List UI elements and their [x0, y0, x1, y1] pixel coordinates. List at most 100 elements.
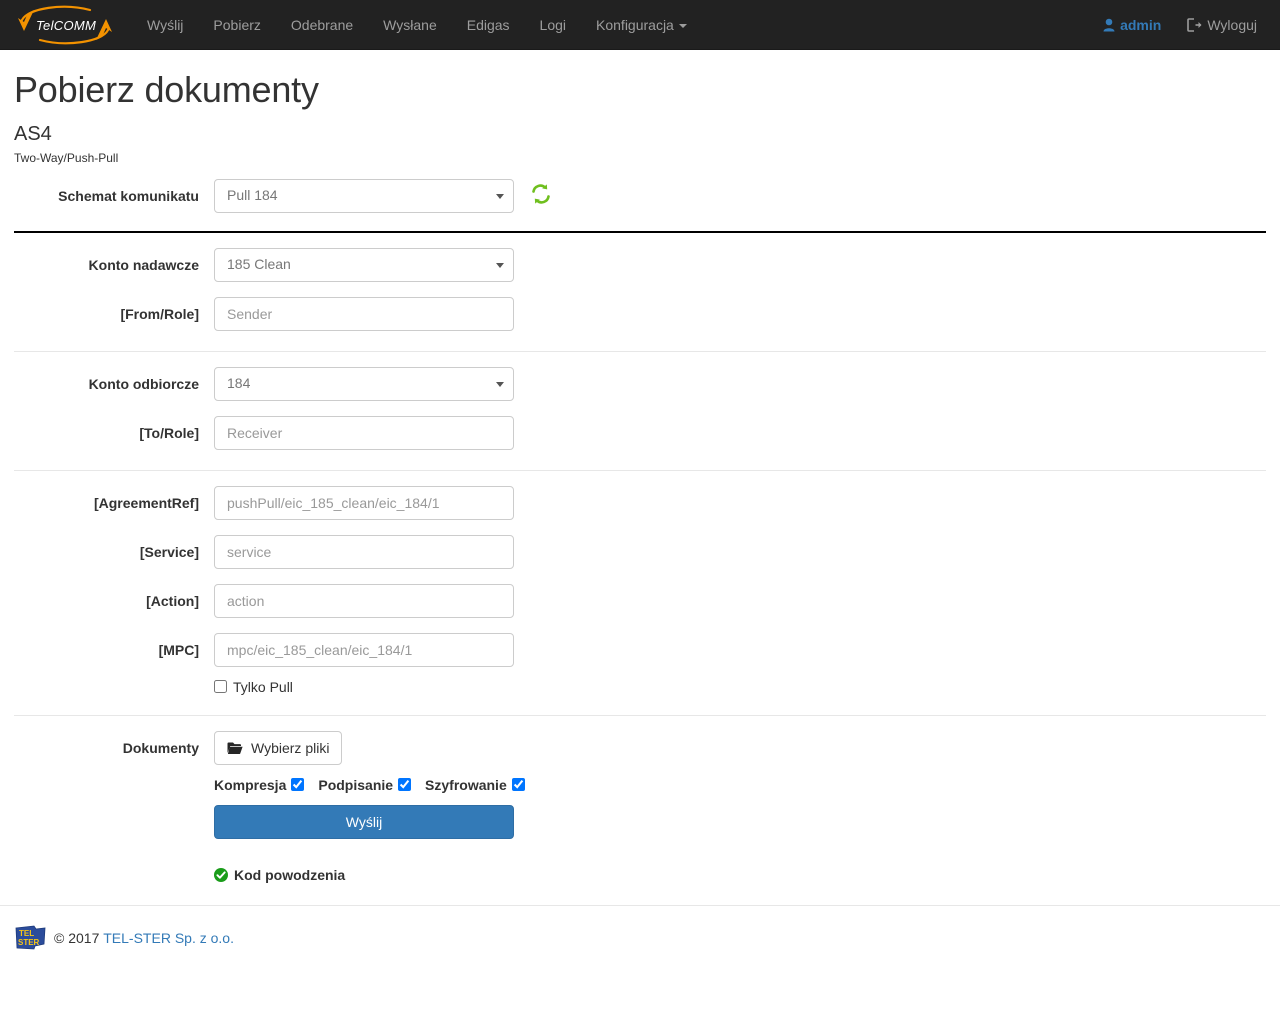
row-tylko-pull: Tylko Pull [14, 679, 1266, 695]
label-dokumenty: Dokumenty [14, 740, 214, 756]
label-agreement-ref: [AgreementRef] [14, 495, 214, 511]
nav-odebrane-label: Odebrane [291, 17, 353, 33]
svg-text:STER: STER [18, 938, 40, 947]
main-container: Pobierz dokumenty AS4 Two-Way/Push-Pull … [0, 70, 1280, 952]
control-tylko-pull: Tylko Pull [214, 679, 514, 695]
nav-wyslij-label: Wyślij [147, 17, 183, 33]
label-to-role: [To/Role] [14, 425, 214, 441]
submit-button[interactable]: Wyślij [214, 805, 514, 839]
input-to-role[interactable] [214, 416, 514, 450]
label-schemat-komunikatu: Schemat komunikatu [14, 188, 214, 204]
row-mpc: [MPC] [14, 633, 1266, 667]
nav-pobierz-label: Pobierz [213, 17, 260, 33]
row-konto-odbiorcze: Konto odbiorcze 184 [14, 367, 1266, 401]
label-action: [Action] [14, 593, 214, 609]
label-mpc: [MPC] [14, 642, 214, 658]
page-subtitle: AS4 [14, 124, 1266, 144]
control-document-options: Kompresja Podpisanie Szyfrowanie [214, 777, 514, 793]
refresh-icon [529, 182, 553, 209]
select-wrap-konto-nadawcze: 185 Clean [214, 248, 514, 282]
nav-wyslij[interactable]: Wyślij [132, 0, 198, 50]
row-schemat-komunikatu: Schemat komunikatu Pull 184 [14, 179, 1266, 213]
checkbox-szyfrowanie-wrapper[interactable]: Szyfrowanie [425, 777, 525, 793]
input-action[interactable] [214, 584, 514, 618]
control-konto-nadawcze: 185 Clean [214, 248, 514, 282]
document-options-group: Kompresja Podpisanie Szyfrowanie [214, 777, 514, 793]
nav-user-admin[interactable]: admin [1090, 0, 1174, 50]
status-label: Kod powodzenia [234, 867, 345, 883]
control-mpc [214, 633, 514, 667]
label-konto-nadawcze: Konto nadawcze [14, 257, 214, 273]
select-wrap-konto-odbiorcze: 184 [214, 367, 514, 401]
svg-text:TelCOMM: TelCOMM [36, 18, 96, 33]
row-agreement-ref: [AgreementRef] [14, 486, 1266, 520]
chevron-down-icon [679, 24, 687, 28]
nav-logout[interactable]: Wyloguj [1174, 0, 1270, 50]
divider-sender-receiver [14, 351, 1266, 352]
checkbox-podpisanie-wrapper[interactable]: Podpisanie [318, 777, 411, 793]
page-footer: TEL STER © 2017 TEL-STER Sp. z o.o. [14, 924, 1266, 952]
control-schemat-komunikatu: Pull 184 [214, 179, 514, 213]
check-circle-icon [214, 868, 228, 882]
row-to-role: [To/Role] [14, 416, 1266, 450]
checkbox-podpisanie-label: Podpisanie [318, 777, 393, 793]
label-from-role: [From/Role] [14, 306, 214, 322]
select-schemat-komunikatu[interactable]: Pull 184 [214, 179, 514, 213]
control-service [214, 535, 514, 569]
input-service[interactable] [214, 535, 514, 569]
row-status: Kod powodzenia [14, 851, 1266, 883]
brand-logo[interactable]: TelCOMM [12, 4, 122, 46]
control-konto-odbiorcze: 184 [214, 367, 514, 401]
nav-pobierz[interactable]: Pobierz [198, 0, 275, 50]
nav-edigas-label: Edigas [467, 17, 510, 33]
status-badge: Kod powodzenia [214, 867, 514, 883]
choose-files-label: Wybierz pliki [251, 740, 329, 756]
top-navbar: TelCOMM Wyślij Pobierz Odebrane Wysłane … [0, 0, 1280, 50]
control-from-role [214, 297, 514, 331]
nav-edigas[interactable]: Edigas [452, 0, 525, 50]
checkbox-kompresja-label: Kompresja [214, 777, 286, 793]
row-service: [Service] [14, 535, 1266, 569]
nav-wyslane-label: Wysłane [383, 17, 437, 33]
nav-logi[interactable]: Logi [525, 0, 581, 50]
label-service: [Service] [14, 544, 214, 560]
control-submit: Wyślij [214, 805, 514, 839]
checkbox-tylko-pull[interactable] [214, 680, 227, 693]
choose-files-button[interactable]: Wybierz pliki [214, 731, 342, 765]
divider-footer [0, 905, 1280, 906]
checkbox-tylko-pull-wrapper[interactable]: Tylko Pull [214, 679, 514, 695]
checkbox-szyfrowanie-label: Szyfrowanie [425, 777, 507, 793]
checkbox-kompresja[interactable] [291, 778, 304, 791]
nav-konfiguracja-label: Konfiguracja [596, 17, 674, 33]
nav-odebrane[interactable]: Odebrane [276, 0, 368, 50]
row-from-role: [From/Role] [14, 297, 1266, 331]
sign-out-icon [1187, 2, 1202, 52]
divider-top [14, 231, 1266, 233]
company-link[interactable]: TEL-STER Sp. z o.o. [103, 930, 234, 946]
control-status: Kod powodzenia [214, 851, 514, 883]
select-konto-odbiorcze[interactable]: 184 [214, 367, 514, 401]
nav-links: Wyślij Pobierz Odebrane Wysłane Edigas L… [132, 0, 702, 50]
checkbox-tylko-pull-label: Tylko Pull [233, 679, 293, 695]
select-konto-nadawcze[interactable]: 185 Clean [214, 248, 514, 282]
row-submit: Wyślij [14, 805, 1266, 839]
nav-logi-label: Logi [540, 17, 566, 33]
refresh-schemat-button[interactable] [528, 183, 554, 209]
nav-wyslane[interactable]: Wysłane [368, 0, 452, 50]
folder-open-icon [227, 741, 243, 755]
input-from-role[interactable] [214, 297, 514, 331]
row-document-options: Kompresja Podpisanie Szyfrowanie [14, 777, 1266, 793]
input-mpc[interactable] [214, 633, 514, 667]
checkbox-kompresja-wrapper[interactable]: Kompresja [214, 777, 304, 793]
input-agreement-ref[interactable] [214, 486, 514, 520]
checkbox-szyfrowanie[interactable] [512, 778, 525, 791]
user-icon [1103, 2, 1115, 52]
checkbox-podpisanie[interactable] [398, 778, 411, 791]
page-header: Pobierz dokumenty AS4 Two-Way/Push-Pull [14, 70, 1266, 164]
label-konto-odbiorcze: Konto odbiorcze [14, 376, 214, 392]
nav-logout-label: Wyloguj [1207, 17, 1257, 33]
row-dokumenty: Dokumenty Wybierz pliki [14, 731, 1266, 765]
nav-konfiguracja[interactable]: Konfiguracja [581, 0, 702, 50]
select-wrap-schemat: Pull 184 [214, 179, 514, 213]
nav-right-group: admin Wyloguj [1090, 0, 1270, 50]
